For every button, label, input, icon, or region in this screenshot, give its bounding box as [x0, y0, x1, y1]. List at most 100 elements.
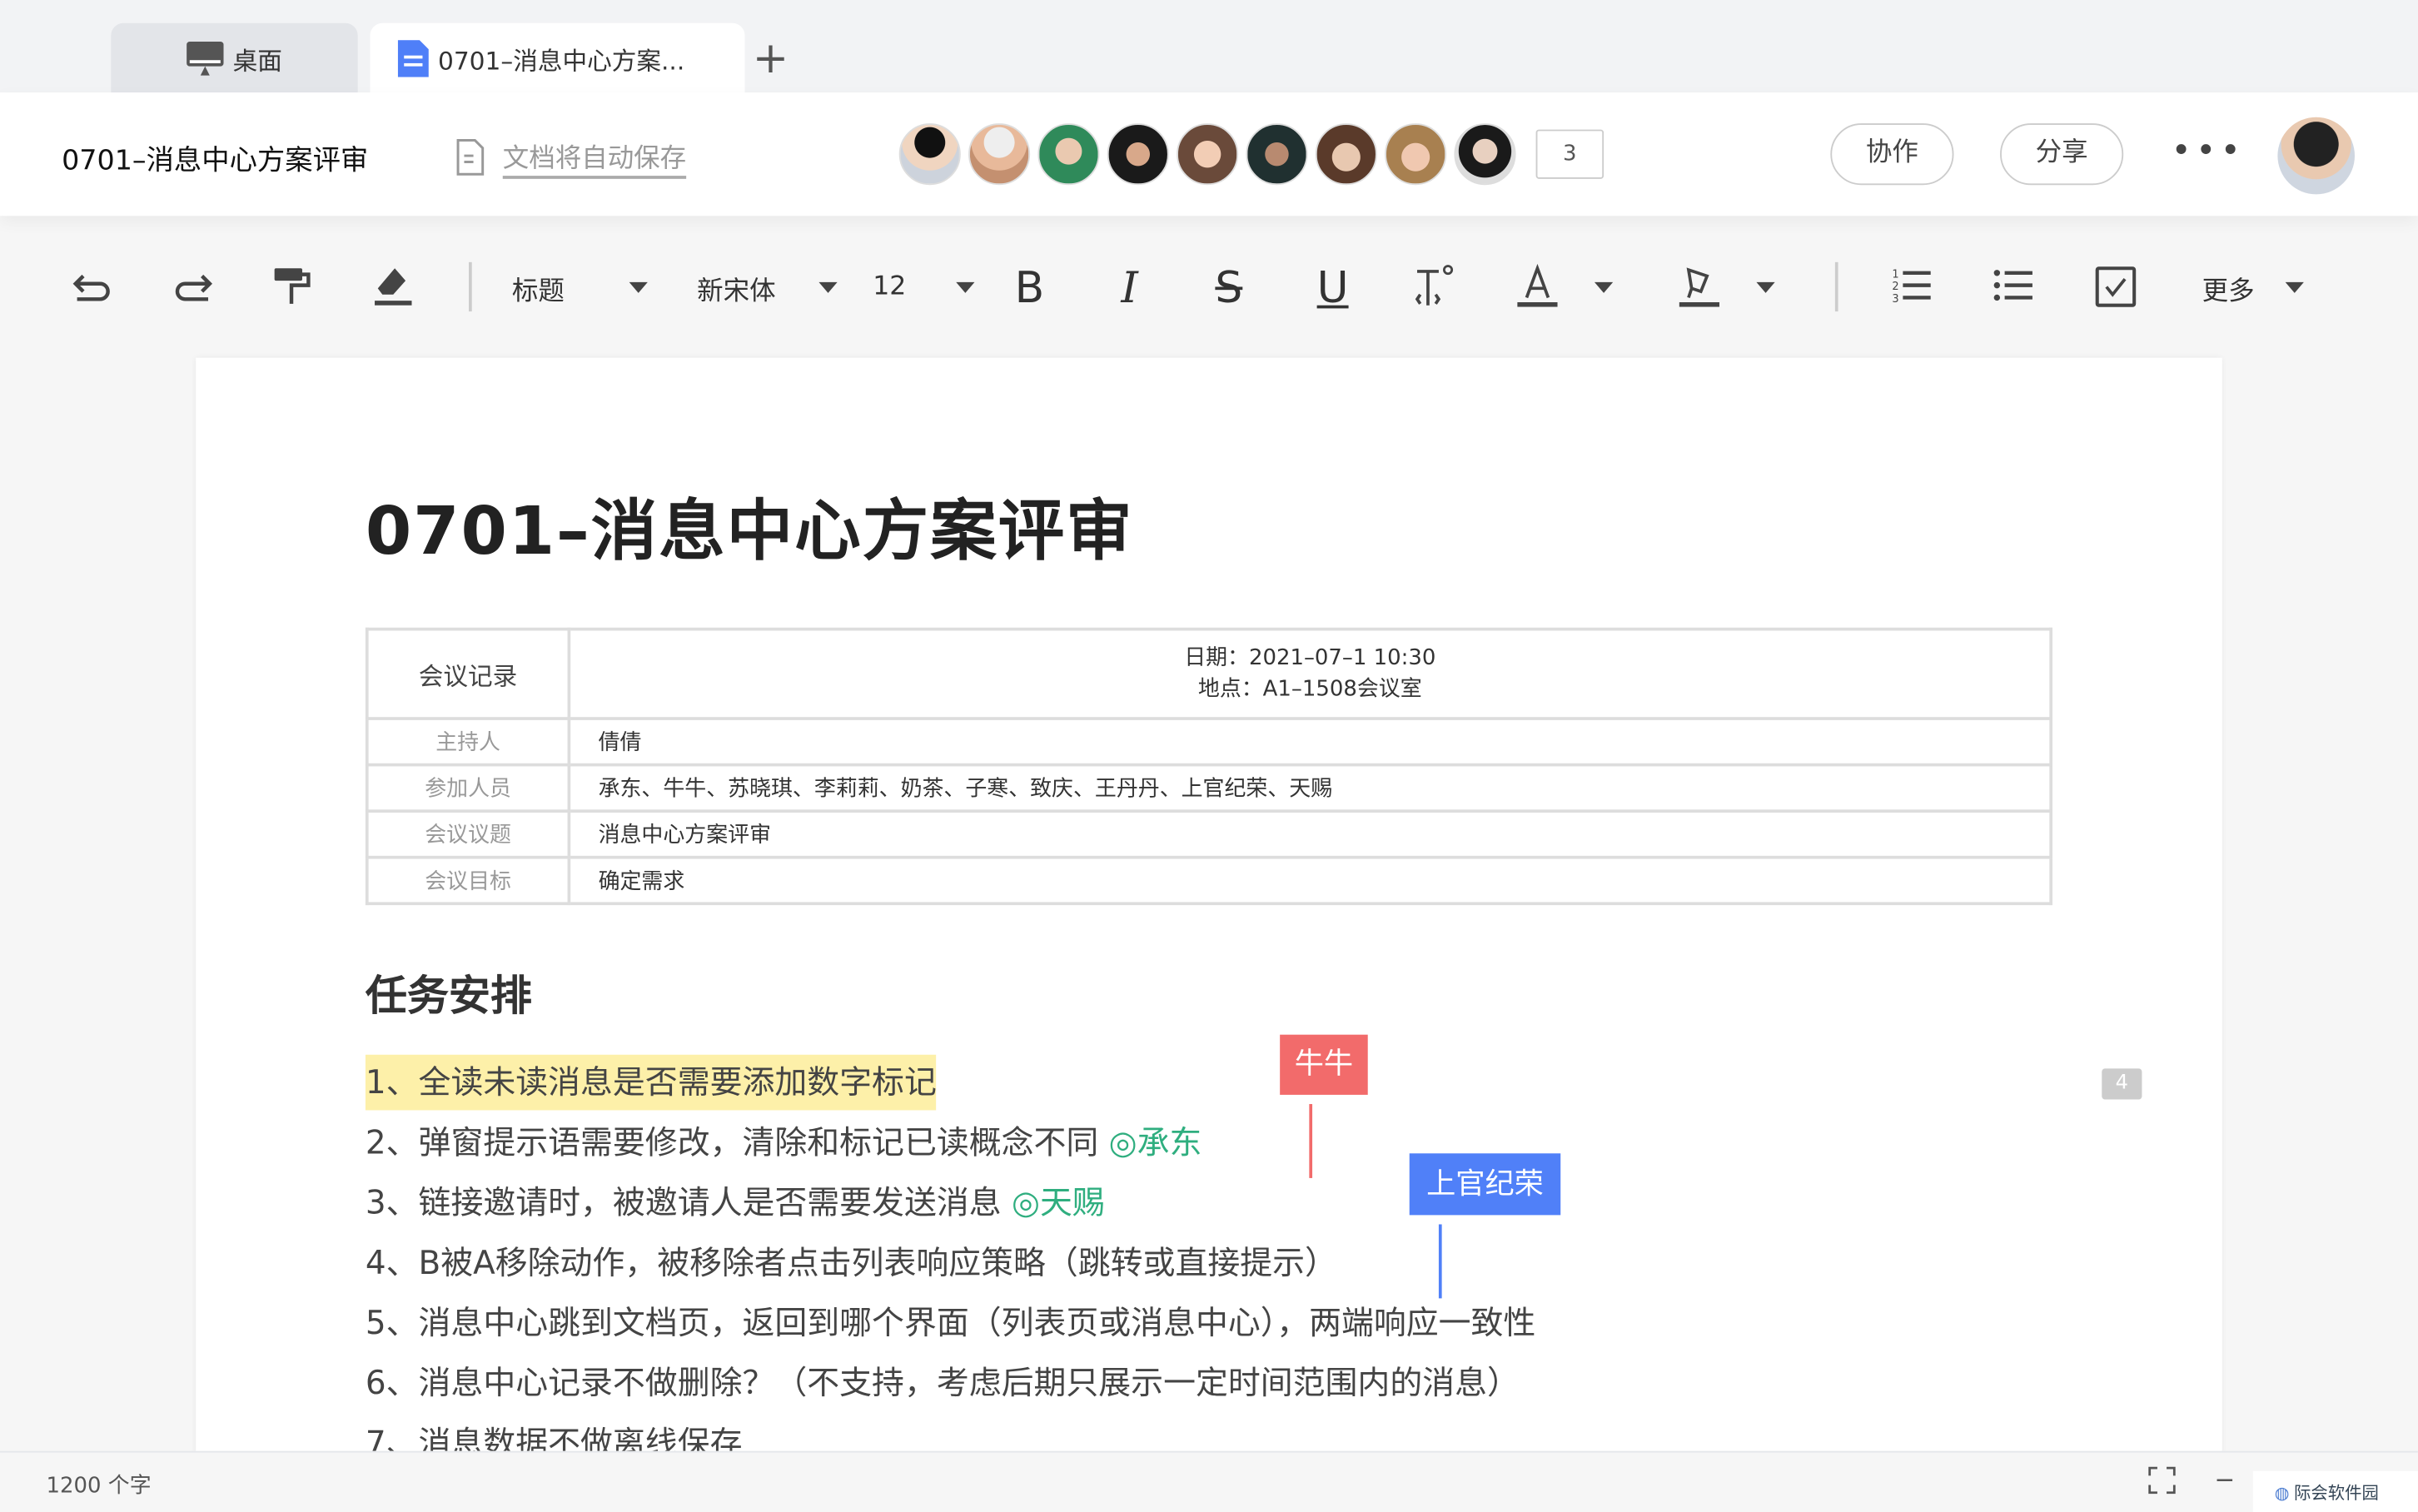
collaborator-avatar[interactable]	[968, 123, 1030, 185]
meeting-table: 会议记录 日期：2021–07–1 10:30地点：A1–1508会议室 主持人…	[366, 628, 2052, 905]
mention[interactable]: ◎天赐	[1012, 1184, 1105, 1221]
task-item: 6、消息中心记录不做删除？（不支持，考虑后期只展示一定时间范围内的消息）	[366, 1355, 1520, 1411]
task-text: 3、链接邀请时，被邀请人是否需要发送消息	[366, 1184, 1002, 1221]
format-toolbar: 标题 新宋体 12 B I S U 123 更多	[0, 246, 2418, 326]
meeting-date: 日期：2021–07–1 10:30	[599, 643, 2022, 674]
section-heading: 任务安排	[366, 962, 532, 1022]
style-label: 标题	[512, 267, 565, 306]
mention-name: 承东	[1137, 1124, 1202, 1161]
svg-text:3: 3	[1892, 293, 1898, 306]
logo-icon: ◍	[2275, 1483, 2290, 1503]
user-avatar[interactable]	[2277, 117, 2355, 195]
bold-icon[interactable]: B	[1015, 246, 1045, 326]
more-dropdown[interactable]: 更多	[2202, 246, 2304, 326]
font-color-button[interactable]	[1515, 246, 1614, 326]
row-value: 确定需求	[569, 858, 2051, 904]
watermark-logo: ◍际会软件园	[2253, 1471, 2418, 1512]
table-row: 会议议题消息中心方案评审	[367, 811, 2051, 858]
collaborator-avatar[interactable]	[1177, 123, 1238, 185]
new-tab-button[interactable]: +	[753, 34, 789, 83]
collaborator-cursor	[1309, 1104, 1312, 1178]
collaborator-avatar[interactable]	[1385, 123, 1446, 185]
collaborate-button[interactable]: 协作	[1830, 123, 1953, 185]
collaborator-avatar[interactable]	[1037, 123, 1099, 185]
comment-count-badge[interactable]: 4	[2102, 1068, 2142, 1099]
zoom-out-button[interactable]: −	[2214, 1465, 2235, 1494]
table-row: 会议目标确定需求	[367, 858, 2051, 904]
font-size-label: 12	[873, 271, 906, 302]
underline-icon[interactable]: U	[1317, 246, 1349, 326]
file-icon	[456, 139, 484, 176]
collaborator-avatar[interactable]	[1246, 123, 1307, 185]
chevron-down-icon	[956, 281, 974, 292]
svg-text:2: 2	[1892, 281, 1898, 293]
table-label: 会议记录	[367, 629, 570, 719]
divider	[1835, 262, 1838, 311]
divider	[469, 262, 472, 311]
header: 0701–消息中心方案评审 文档将自动保存 3 协作 分享 •••	[0, 92, 2418, 216]
row-value: 倩倩	[569, 719, 2051, 765]
autosave-text: 文档将自动保存	[503, 136, 686, 179]
highlight-button[interactable]	[1676, 246, 1775, 326]
cursor-flag: 上官纪荣	[1410, 1153, 1560, 1215]
autosave-status: 文档将自动保存	[456, 136, 686, 179]
row-key: 会议目标	[367, 858, 570, 904]
format-painter-icon[interactable]	[270, 246, 316, 326]
task-item: 2、弹窗提示语需要修改，清除和标记已读概念不同 ◎承东	[366, 1115, 1202, 1171]
word-count: 1200 个字	[47, 1470, 152, 1500]
tab-bar: 桌面 0701–消息中心方案... +	[0, 0, 2418, 92]
style-dropdown[interactable]: 标题	[512, 246, 648, 326]
collaborator-avatar[interactable]	[899, 123, 961, 185]
more-collaborators-count[interactable]: 3	[1536, 130, 1604, 179]
more-label: 更多	[2202, 267, 2255, 306]
meeting-place: 地点：A1–1508会议室	[599, 674, 2022, 704]
document-page[interactable]: 0701–消息中心方案评审 会议记录 日期：2021–07–1 10:30地点：…	[196, 358, 2222, 1468]
monitor-icon	[187, 41, 223, 75]
highlight-icon	[1676, 264, 1723, 311]
task-text: 2、弹窗提示语需要修改，清除和标记已读概念不同	[366, 1124, 1098, 1161]
chevron-down-icon	[2286, 281, 2304, 292]
task-item: 4、B被A移除动作，被移除者点击列表响应策略（跳转或直接提示）	[366, 1235, 1337, 1291]
mention-name: 天赐	[1040, 1184, 1105, 1221]
chevron-down-icon	[1756, 281, 1774, 292]
table-row: 参加人员承东、牛牛、苏晓琪、李莉莉、奶茶、子寒、致庆、王丹丹、上官纪荣、天赐	[367, 765, 2051, 812]
doc-icon	[398, 39, 429, 76]
eraser-icon[interactable]	[370, 246, 416, 326]
bullet-list-icon[interactable]	[1993, 246, 2039, 326]
task-item: 3、链接邀请时，被邀请人是否需要发送消息 ◎天赐	[366, 1175, 1105, 1231]
row-value: 消息中心方案评审	[569, 811, 2051, 858]
share-button[interactable]: 分享	[2000, 123, 2123, 185]
chevron-down-icon	[629, 281, 648, 292]
numbered-list-icon[interactable]: 123	[1891, 246, 1938, 326]
mention[interactable]: ◎承东	[1109, 1124, 1202, 1161]
row-key: 主持人	[367, 719, 570, 765]
document-title[interactable]: 0701–消息中心方案评审	[62, 139, 368, 179]
fullscreen-icon[interactable]	[2147, 1465, 2177, 1501]
collaborator-avatar[interactable]	[1454, 123, 1515, 185]
strikethrough-icon[interactable]: S	[1215, 246, 1242, 326]
tab-document[interactable]: 0701–消息中心方案...	[370, 23, 744, 92]
collaborator-avatar[interactable]	[1107, 123, 1169, 185]
tab-desktop[interactable]: 桌面	[111, 23, 357, 92]
tab-label: 0701–消息中心方案...	[438, 39, 684, 76]
chevron-down-icon	[1595, 281, 1613, 292]
redo-icon[interactable]	[170, 246, 216, 326]
checkbox-icon[interactable]	[2092, 246, 2139, 326]
user-icon: ◎	[1109, 1124, 1137, 1161]
task-item: 1、全读未读消息是否需要添加数字标记	[366, 1055, 937, 1111]
italic-icon[interactable]: I	[1121, 246, 1137, 326]
cursor-flag: 牛牛	[1280, 1035, 1368, 1095]
chevron-down-icon	[818, 281, 837, 292]
collaborator-avatar[interactable]	[1316, 123, 1377, 185]
undo-icon[interactable]	[69, 246, 116, 326]
table-row: 主持人倩倩	[367, 719, 2051, 765]
tab-label: 桌面	[233, 39, 282, 76]
font-size-dropdown[interactable]: 12	[873, 246, 974, 326]
collaborator-cursor	[1439, 1224, 1442, 1298]
more-options-button[interactable]: •••	[2172, 132, 2246, 171]
watermark-text: 际会软件园	[2294, 1480, 2379, 1505]
font-label: 新宋体	[697, 267, 775, 306]
text-size-icon[interactable]	[1411, 246, 1458, 326]
font-dropdown[interactable]: 新宋体	[697, 246, 838, 326]
row-key: 会议议题	[367, 811, 570, 858]
